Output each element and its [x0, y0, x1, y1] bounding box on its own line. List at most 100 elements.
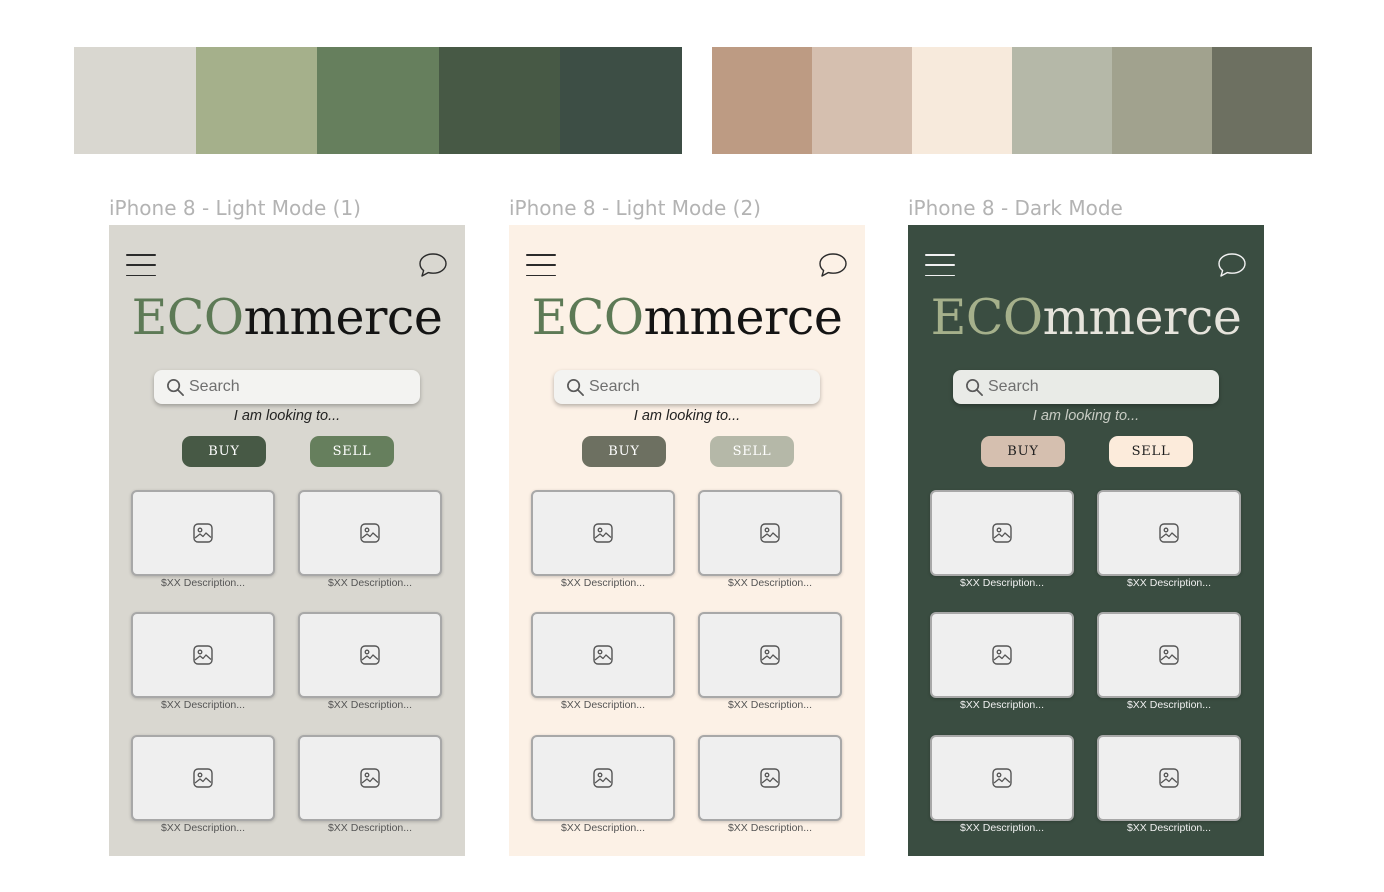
product-card[interactable] [131, 490, 275, 576]
image-placeholder-icon [193, 523, 213, 543]
color-swatch [560, 47, 682, 154]
logo-rest-text: mmerce [643, 289, 843, 346]
product-card[interactable] [698, 490, 842, 576]
product-caption: $XX Description... [959, 699, 1045, 711]
product-card[interactable] [930, 735, 1074, 821]
product-caption: $XX Description... [1126, 577, 1212, 589]
image-placeholder-icon [360, 768, 380, 788]
product-caption: $XX Description... [560, 577, 646, 589]
product-card[interactable] [531, 735, 675, 821]
image-placeholder-icon [1159, 523, 1179, 543]
logo-rest-text: mmerce [1042, 289, 1242, 346]
design-canvas: iPhone 8 - Light Mode (1) iPhone 8 - Lig… [0, 0, 1384, 892]
product-caption: $XX Description... [160, 577, 246, 589]
product-caption: $XX Description... [160, 822, 246, 834]
product-card[interactable] [298, 490, 442, 576]
product-card[interactable] [1097, 490, 1241, 576]
search-icon [966, 378, 983, 396]
product-card[interactable] [698, 612, 842, 698]
sell-button[interactable]: SELL [310, 436, 394, 467]
phone-frame-light-mode-1: ECOmmerce Search I am looking to... BUY SELL… [109, 225, 465, 856]
product-caption: $XX Description... [327, 822, 413, 834]
product-card[interactable] [698, 735, 842, 821]
image-placeholder-icon [193, 645, 213, 665]
image-placeholder-icon [193, 768, 213, 788]
search-icon [167, 378, 184, 396]
image-placeholder-icon [760, 645, 780, 665]
looking-to-prompt: I am looking to... [233, 408, 341, 424]
product-caption: $XX Description... [1126, 699, 1212, 711]
hamburger-menu-icon[interactable] [526, 254, 556, 276]
ecommerce-logo: ECOmmerce [109, 283, 465, 353]
color-swatch [912, 47, 1012, 154]
color-swatch [1012, 47, 1112, 154]
hamburger-menu-icon[interactable] [925, 254, 955, 276]
image-placeholder-icon [1159, 768, 1179, 788]
product-caption: $XX Description... [560, 699, 646, 711]
product-card[interactable] [531, 612, 675, 698]
product-caption: $XX Description... [560, 822, 646, 834]
chat-bubble-icon[interactable] [818, 251, 848, 279]
phone-frame-light-mode-2: ECOmmerce Search I am looking to... BUY SELL… [509, 225, 865, 856]
logo-accent-text: ECO [531, 289, 644, 346]
product-caption: $XX Description... [1126, 822, 1212, 834]
product-card[interactable] [298, 735, 442, 821]
image-placeholder-icon [593, 645, 613, 665]
product-caption: $XX Description... [327, 577, 413, 589]
color-swatch [712, 47, 812, 154]
frame-label-light-2: iPhone 8 - Light Mode (2) [509, 196, 761, 220]
logo-accent-text: ECO [930, 289, 1043, 346]
green-color-palette [74, 47, 682, 154]
logo-accent-text: ECO [131, 289, 244, 346]
product-card[interactable] [131, 612, 275, 698]
product-card[interactable] [1097, 735, 1241, 821]
product-card[interactable] [298, 612, 442, 698]
image-placeholder-icon [992, 768, 1012, 788]
image-placeholder-icon [992, 523, 1012, 543]
product-card[interactable] [131, 735, 275, 821]
hamburger-menu-icon[interactable] [126, 254, 156, 276]
ecommerce-logo: ECOmmerce [509, 283, 865, 353]
image-placeholder-icon [992, 645, 1012, 665]
sell-button[interactable]: SELL [710, 436, 794, 467]
neutral-color-palette [712, 47, 1312, 154]
search-icon [567, 378, 584, 396]
looking-to-prompt: I am looking to... [633, 408, 741, 424]
color-swatch [438, 47, 561, 154]
search-input[interactable]: Search [554, 370, 820, 404]
product-caption: $XX Description... [959, 577, 1045, 589]
buy-button[interactable]: BUY [981, 436, 1065, 467]
image-placeholder-icon [593, 768, 613, 788]
image-placeholder-icon [360, 523, 380, 543]
product-caption: $XX Description... [727, 699, 813, 711]
image-placeholder-icon [1159, 645, 1179, 665]
search-input[interactable]: Search [154, 370, 420, 404]
chat-bubble-icon[interactable] [1217, 251, 1247, 279]
product-card[interactable] [1097, 612, 1241, 698]
image-placeholder-icon [760, 768, 780, 788]
product-caption: $XX Description... [727, 577, 813, 589]
looking-to-prompt: I am looking to... [1032, 408, 1140, 424]
buy-button[interactable]: BUY [582, 436, 666, 467]
color-swatch [1212, 47, 1312, 154]
product-card[interactable] [531, 490, 675, 576]
product-card[interactable] [930, 490, 1074, 576]
search-input[interactable]: Search [953, 370, 1219, 404]
image-placeholder-icon [360, 645, 380, 665]
product-caption: $XX Description... [160, 699, 246, 711]
color-swatch [317, 47, 439, 154]
ecommerce-logo: ECOmmerce [908, 283, 1264, 353]
image-placeholder-icon [593, 523, 613, 543]
chat-bubble-icon[interactable] [418, 251, 448, 279]
color-swatch [812, 47, 912, 154]
product-caption: $XX Description... [727, 822, 813, 834]
search-placeholder: Search [589, 378, 640, 395]
sell-button[interactable]: SELL [1109, 436, 1193, 467]
product-caption: $XX Description... [327, 699, 413, 711]
color-swatch [195, 47, 318, 154]
product-caption: $XX Description... [959, 822, 1045, 834]
buy-button[interactable]: BUY [182, 436, 266, 467]
product-card[interactable] [930, 612, 1074, 698]
image-placeholder-icon [760, 523, 780, 543]
frame-label-dark: iPhone 8 - Dark Mode [908, 196, 1123, 220]
